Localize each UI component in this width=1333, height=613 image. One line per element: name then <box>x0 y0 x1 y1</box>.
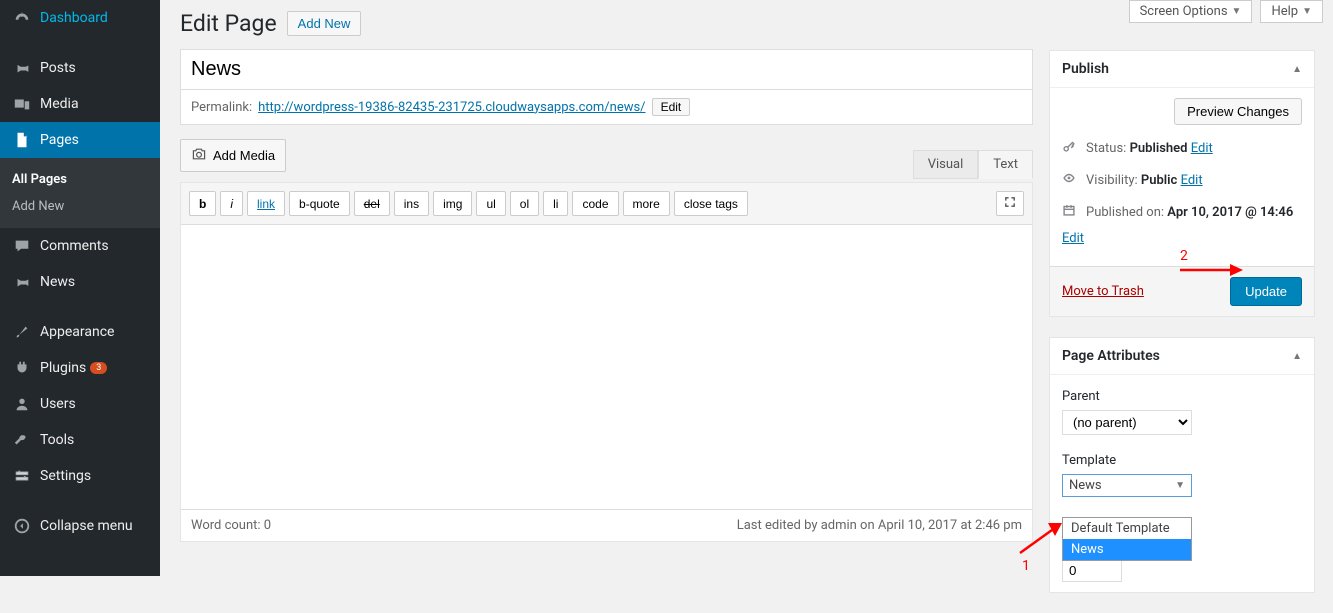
page-title: Edit Page <box>180 10 277 37</box>
menu-settings[interactable]: Settings <box>0 458 160 494</box>
wrench-icon <box>12 430 32 450</box>
preview-changes-button[interactable]: Preview Changes <box>1174 98 1302 125</box>
right-sidebar: Publish▲ Preview Changes Status: Publish… <box>1049 50 1315 613</box>
permalink-link[interactable]: http://wordpress-19386-82435-231725.clou… <box>258 100 645 115</box>
template-label: Template <box>1062 453 1302 468</box>
add-media-button[interactable]: Add Media <box>180 139 286 172</box>
user-icon <box>12 394 32 414</box>
publish-box-header[interactable]: Publish▲ <box>1050 51 1314 88</box>
qt-italic[interactable]: i <box>220 191 243 216</box>
chevron-down-icon: ▼ <box>1302 6 1312 17</box>
qt-closetags[interactable]: close tags <box>674 191 748 216</box>
submenu-add-new[interactable]: Add New <box>0 193 160 220</box>
annotation-num-2: 2 <box>1180 248 1188 264</box>
post-title-input[interactable] <box>180 49 1033 90</box>
plugins-badge: 3 <box>90 362 107 374</box>
permalink-row: Permalink: http://wordpress-19386-82435-… <box>180 90 1033 125</box>
edit-date-link[interactable]: Edit <box>1062 231 1302 246</box>
annotation-num-1: 1 <box>1022 558 1030 574</box>
pin-icon <box>12 58 32 78</box>
chevron-down-icon: ▼ <box>1232 6 1242 17</box>
submenu-all-pages[interactable]: All Pages <box>0 166 160 193</box>
settings-icon <box>12 466 32 486</box>
update-button[interactable]: Update <box>1230 277 1302 306</box>
chevron-up-icon: ▲ <box>1292 351 1302 362</box>
calendar-icon <box>1062 201 1078 223</box>
qt-code[interactable]: code <box>572 191 618 216</box>
chevron-up-icon: ▲ <box>1292 64 1302 75</box>
dashboard-icon <box>12 8 32 28</box>
qt-ins[interactable]: ins <box>394 191 429 216</box>
eye-icon <box>1062 169 1078 191</box>
template-select[interactable]: News▼ <box>1062 474 1192 497</box>
key-icon <box>1062 137 1078 159</box>
menu-news[interactable]: News <box>0 264 160 300</box>
content-textarea[interactable] <box>181 225 1032 505</box>
brush-icon <box>12 322 32 342</box>
main-content: Edit Page Add New Permalink: http://word… <box>180 10 1033 542</box>
word-count: Word count: 0 <box>191 518 271 533</box>
fullscreen-button[interactable] <box>996 191 1024 216</box>
menu-posts[interactable]: Posts <box>0 50 160 86</box>
menu-appearance[interactable]: Appearance <box>0 314 160 350</box>
publish-box: Publish▲ Preview Changes Status: Publish… <box>1049 50 1315 317</box>
camera-icon <box>191 146 207 165</box>
qt-img[interactable]: img <box>433 191 472 216</box>
qt-bquote[interactable]: b-quote <box>289 191 350 216</box>
qt-ol[interactable]: ol <box>510 191 539 216</box>
plug-icon <box>12 358 32 378</box>
collapse-icon <box>12 516 32 536</box>
qt-li[interactable]: li <box>543 191 568 216</box>
menu-users[interactable]: Users <box>0 386 160 422</box>
help-button[interactable]: Help ▼ <box>1260 0 1323 23</box>
permalink-label: Permalink: <box>191 100 252 115</box>
pin-icon <box>12 272 32 292</box>
edit-status-link[interactable]: Edit <box>1191 141 1213 156</box>
last-edited: Last edited by admin on April 10, 2017 a… <box>737 518 1022 533</box>
tab-visual[interactable]: Visual <box>913 150 979 179</box>
template-dropdown: Default Template News <box>1062 517 1192 561</box>
menu-pages[interactable]: Pages <box>0 122 160 158</box>
admin-sidebar: Dashboard Posts Media Pages All Pages Ad… <box>0 0 160 576</box>
menu-comments[interactable]: Comments <box>0 228 160 264</box>
page-attributes-box: Page Attributes▲ Parent (no parent) Temp… <box>1049 337 1315 593</box>
menu-media[interactable]: Media <box>0 86 160 122</box>
quicktags-toolbar: b i link b-quote del ins img ul ol li co… <box>181 183 1032 225</box>
pages-submenu: All Pages Add New <box>0 158 160 228</box>
parent-select[interactable]: (no parent) <box>1062 410 1192 435</box>
add-new-button[interactable]: Add New <box>287 11 362 36</box>
media-icon <box>12 94 32 114</box>
edit-visibility-link[interactable]: Edit <box>1181 173 1203 188</box>
comment-icon <box>12 236 32 256</box>
parent-label: Parent <box>1062 389 1302 404</box>
menu-collapse[interactable]: Collapse menu <box>0 508 160 544</box>
template-option-default[interactable]: Default Template <box>1063 518 1191 539</box>
tab-text[interactable]: Text <box>978 150 1033 179</box>
qt-more[interactable]: more <box>623 191 670 216</box>
qt-bold[interactable]: b <box>189 191 216 216</box>
page-icon <box>12 130 32 150</box>
template-option-news[interactable]: News <box>1063 539 1191 560</box>
screen-options-button[interactable]: Screen Options ▼ <box>1129 0 1253 23</box>
menu-dashboard[interactable]: Dashboard <box>0 0 160 36</box>
move-to-trash-link[interactable]: Move to Trash <box>1062 284 1144 299</box>
permalink-edit-button[interactable]: Edit <box>652 98 691 116</box>
qt-link[interactable]: link <box>247 191 285 216</box>
menu-plugins[interactable]: Plugins3 <box>0 350 160 386</box>
order-input[interactable] <box>1062 559 1122 582</box>
qt-del[interactable]: del <box>354 191 390 216</box>
qt-ul[interactable]: ul <box>476 191 505 216</box>
page-attributes-header[interactable]: Page Attributes▲ <box>1050 338 1314 375</box>
menu-tools[interactable]: Tools <box>0 422 160 458</box>
